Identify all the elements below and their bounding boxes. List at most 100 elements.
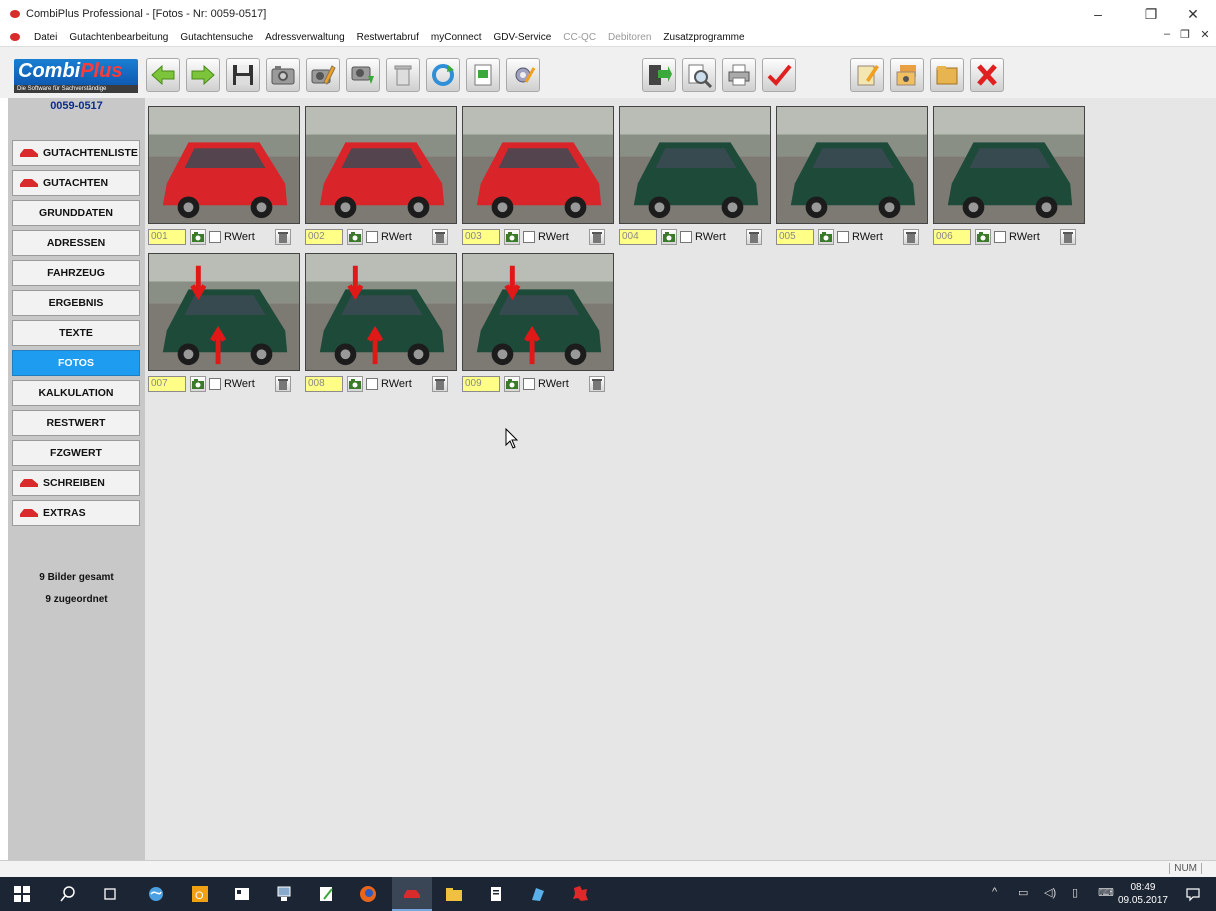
taskbar-app-tool[interactable] xyxy=(518,877,558,911)
taskbar-app-combiplus[interactable] xyxy=(392,877,432,911)
photo-thumbnail[interactable] xyxy=(462,106,614,224)
photo-number-field[interactable]: 003 xyxy=(462,229,500,245)
notes-button[interactable] xyxy=(850,58,884,92)
edit-photo-button[interactable] xyxy=(306,58,340,92)
sidebar-item-grunddaten[interactable]: GRUNDDATEN xyxy=(12,200,140,226)
delete-all-button[interactable] xyxy=(386,58,420,92)
photo-thumbnail[interactable] xyxy=(619,106,771,224)
photo-number-field[interactable]: 001 xyxy=(148,229,186,245)
mdi-minimize-button[interactable]: – xyxy=(1160,28,1174,46)
settings-button[interactable] xyxy=(506,58,540,92)
taskbar-app-news[interactable] xyxy=(222,877,262,911)
menu-adressverwaltung[interactable]: Adressverwaltung xyxy=(259,32,350,43)
taskbar-app-firefox[interactable] xyxy=(348,877,388,911)
minimize-button[interactable]: – xyxy=(1075,0,1121,28)
sidebar-item-gutachtenliste[interactable]: GUTACHTENLISTE xyxy=(12,140,140,166)
photo-number-field[interactable]: 002 xyxy=(305,229,343,245)
export-button[interactable] xyxy=(642,58,676,92)
delete-photo-button[interactable] xyxy=(431,376,448,392)
sidebar-item-schreiben[interactable]: SCHREIBEN xyxy=(12,470,140,496)
refresh-button[interactable] xyxy=(426,58,460,92)
system-clock[interactable]: 08:49 09.05.2017 xyxy=(1118,881,1168,907)
menu-myconnect[interactable]: myConnect xyxy=(425,32,488,43)
confirm-button[interactable] xyxy=(762,58,796,92)
mdi-close-button[interactable]: ✕ xyxy=(1198,28,1212,46)
photo-thumbnail[interactable] xyxy=(148,253,300,371)
rwert-checkbox[interactable] xyxy=(523,231,535,243)
sidebar-item-extras[interactable]: EXTRAS xyxy=(12,500,140,526)
volume-icon[interactable]: ◁) xyxy=(1044,886,1056,899)
start-button[interactable] xyxy=(2,877,42,911)
photo-document-button[interactable] xyxy=(466,58,500,92)
forward-button[interactable] xyxy=(186,58,220,92)
photo-camera-button[interactable] xyxy=(347,229,363,245)
menu-gutachtenbearbeitung[interactable]: Gutachtenbearbeitung xyxy=(63,32,174,43)
menu-gutachtensuche[interactable]: Gutachtensuche xyxy=(174,32,259,43)
photo-camera-button[interactable] xyxy=(190,376,206,392)
photo-number-field[interactable]: 007 xyxy=(148,376,186,392)
sidebar-item-ergebnis[interactable]: ERGEBNIS xyxy=(12,290,140,316)
photo-camera-button[interactable] xyxy=(975,229,991,245)
photo-thumbnail[interactable] xyxy=(148,106,300,224)
delete-photo-button[interactable] xyxy=(745,229,762,245)
delete-photo-button[interactable] xyxy=(588,376,605,392)
menu-zusatzprogramme[interactable]: Zusatzprogramme xyxy=(657,32,750,43)
photo-camera-button[interactable] xyxy=(190,229,206,245)
print-preview-button[interactable] xyxy=(682,58,716,92)
keyboard-icon[interactable]: ⌨ xyxy=(1098,886,1114,899)
rwert-checkbox[interactable] xyxy=(209,231,221,243)
photo-camera-button[interactable] xyxy=(347,376,363,392)
import-photo-button[interactable] xyxy=(346,58,380,92)
photo-archive-button[interactable] xyxy=(890,58,924,92)
rwert-checkbox[interactable] xyxy=(366,231,378,243)
photo-number-field[interactable]: 005 xyxy=(776,229,814,245)
taskbar-app-puzzle[interactable] xyxy=(560,877,600,911)
back-button[interactable] xyxy=(146,58,180,92)
sidebar-item-restwert[interactable]: RESTWERT xyxy=(12,410,140,436)
folder-button[interactable] xyxy=(930,58,964,92)
rwert-checkbox[interactable] xyxy=(837,231,849,243)
photo-thumbnail[interactable] xyxy=(776,106,928,224)
photo-number-field[interactable]: 009 xyxy=(462,376,500,392)
menu-restwertabruf[interactable]: Restwertabruf xyxy=(351,32,425,43)
menu-gdv-service[interactable]: GDV-Service xyxy=(487,32,557,43)
taskbar-app-explorer[interactable] xyxy=(434,877,474,911)
rwert-checkbox[interactable] xyxy=(523,378,535,390)
taskbar-app-network[interactable] xyxy=(264,877,304,911)
taskbar-search[interactable] xyxy=(48,877,88,911)
sidebar-item-fotos[interactable]: FOTOS xyxy=(12,350,140,376)
rwert-checkbox[interactable] xyxy=(994,231,1006,243)
photo-camera-button[interactable] xyxy=(661,229,677,245)
sidebar-item-fzgwert[interactable]: FZGWERT xyxy=(12,440,140,466)
battery-icon[interactable]: ▭ xyxy=(1018,886,1028,899)
sidebar-item-texte[interactable]: TEXTE xyxy=(12,320,140,346)
photo-camera-button[interactable] xyxy=(504,376,520,392)
taskbar-app-outlook[interactable]: O xyxy=(180,877,220,911)
sidebar-item-kalkulation[interactable]: KALKULATION xyxy=(12,380,140,406)
add-photo-button[interactable] xyxy=(266,58,300,92)
delete-photo-button[interactable] xyxy=(1059,229,1076,245)
taskbar-app-browser[interactable] xyxy=(136,877,176,911)
delete-photo-button[interactable] xyxy=(431,229,448,245)
notification-center-button[interactable] xyxy=(1174,877,1212,911)
rwert-checkbox[interactable] xyxy=(680,231,692,243)
photo-thumbnail[interactable] xyxy=(462,253,614,371)
document-icon[interactable] xyxy=(10,33,20,41)
mdi-restore-button[interactable]: ❐ xyxy=(1178,28,1192,46)
taskbar-app-editor[interactable] xyxy=(306,877,346,911)
task-view-button[interactable] xyxy=(90,877,130,911)
delete-photo-button[interactable] xyxy=(274,376,291,392)
network-status-icon[interactable]: ▯ xyxy=(1072,886,1078,899)
sidebar-item-fahrzeug[interactable]: FAHRZEUG xyxy=(12,260,140,286)
delete-photo-button[interactable] xyxy=(902,229,919,245)
sidebar-item-gutachten[interactable]: GUTACHTEN xyxy=(12,170,140,196)
photo-thumbnail[interactable] xyxy=(305,106,457,224)
photo-number-field[interactable]: 006 xyxy=(933,229,971,245)
taskbar-app-files[interactable] xyxy=(476,877,516,911)
rwert-checkbox[interactable] xyxy=(366,378,378,390)
close-document-button[interactable] xyxy=(970,58,1004,92)
menu-datei[interactable]: Datei xyxy=(28,32,63,43)
photo-thumbnail[interactable] xyxy=(933,106,1085,224)
delete-photo-button[interactable] xyxy=(274,229,291,245)
rwert-checkbox[interactable] xyxy=(209,378,221,390)
